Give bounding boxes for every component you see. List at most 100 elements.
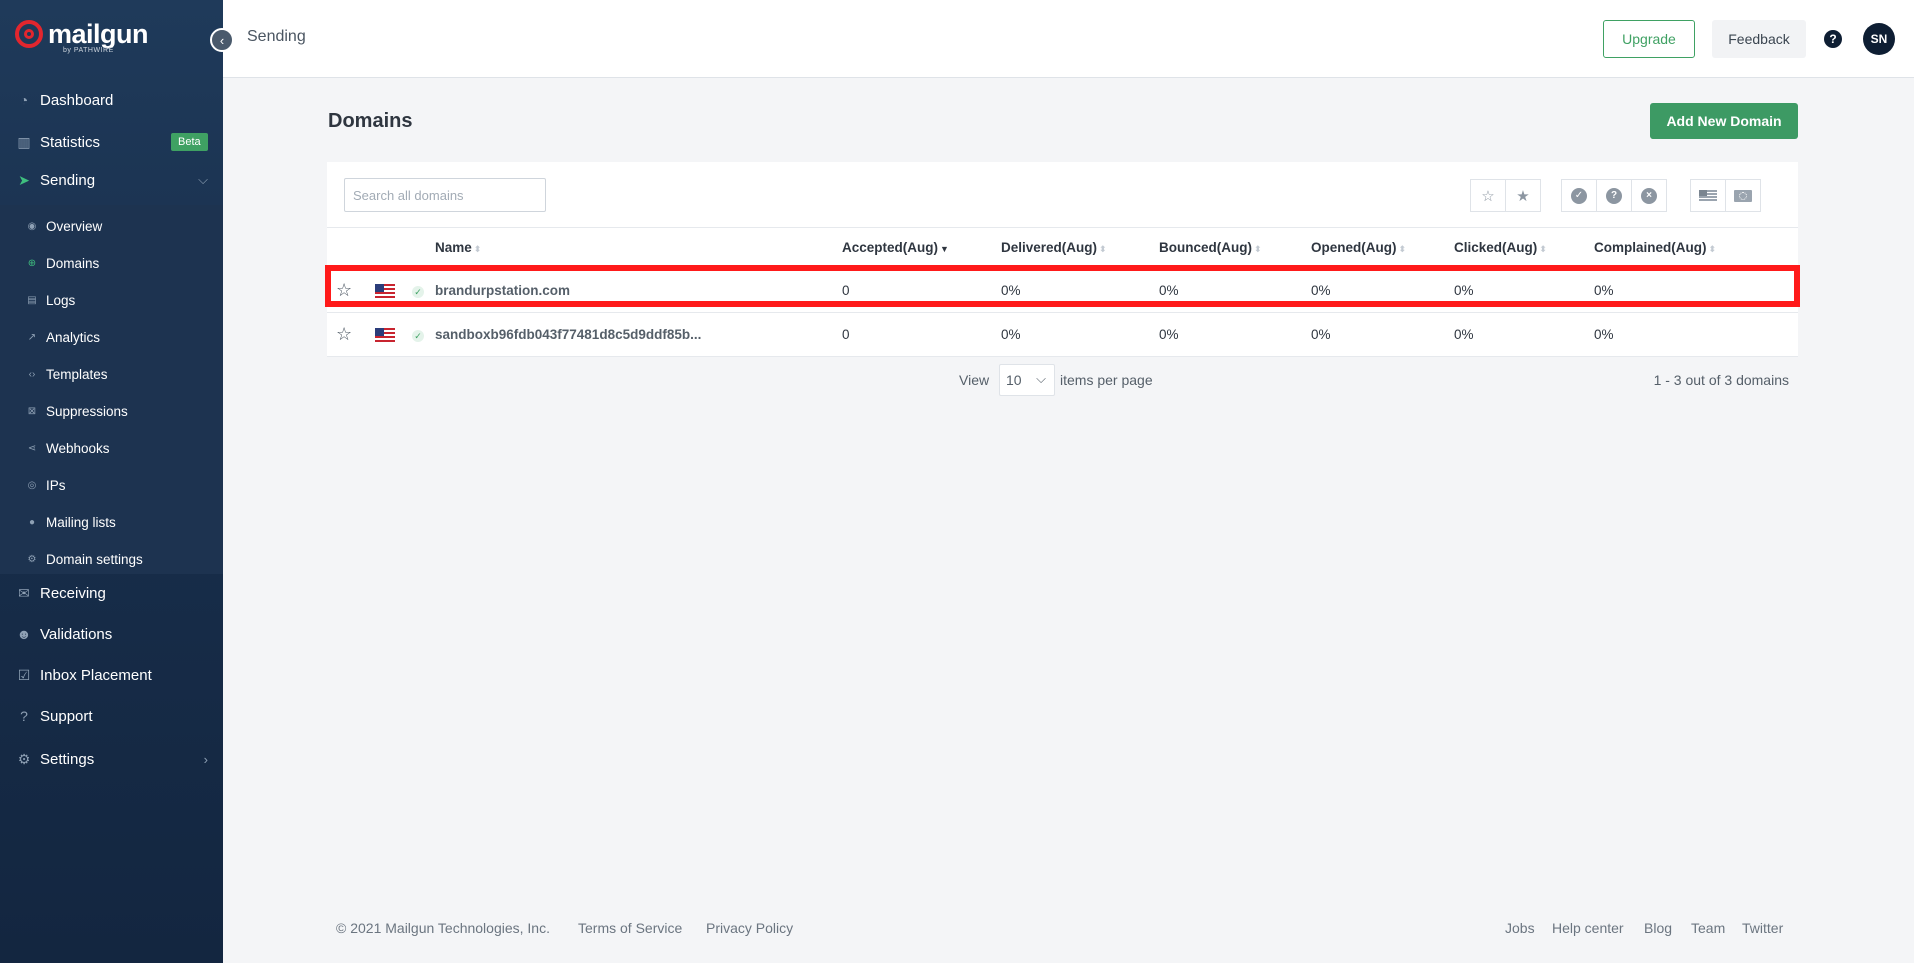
sidebar-item-domains[interactable]: ⊕ Domains [0, 245, 223, 282]
opened-value: 0% [1311, 283, 1331, 298]
column-complained[interactable]: Complained(Aug) ⬍ [1594, 240, 1716, 255]
domains-panel: ☆ ★ ✓ ? × Name⬍ Accepted(Aug)▼ Delivered… [325, 162, 1800, 400]
blog-link[interactable]: Blog [1644, 920, 1672, 936]
per-page-value: 10 [1006, 372, 1022, 388]
privacy-link[interactable]: Privacy Policy [706, 920, 793, 936]
sending-subnav: ◉ Overview ⊕ Domains ▤ Logs ↗ Analytics … [0, 205, 223, 574]
sidebar-item-validations[interactable]: ☻ Validations [0, 614, 223, 654]
filter-us-region-button[interactable] [1690, 179, 1726, 212]
chevron-down-icon: ⌵ [198, 172, 208, 187]
table-row[interactable]: ☆ ✓ sandboxb96fdb043f77481d8c5d9ddf85b..… [327, 312, 1798, 356]
filter-verified-button[interactable]: ✓ [1561, 179, 1597, 212]
top-header: Sending Upgrade Feedback ? SN [223, 0, 1914, 78]
sidebar-item-receiving[interactable]: ✉ Receiving [0, 573, 223, 613]
column-bounced[interactable]: Bounced(Aug) ⬍ [1159, 240, 1262, 255]
document-icon: ▤ [27, 295, 37, 306]
domain-name-link[interactable]: sandboxb96fdb043f77481d8c5d9ddf85b... [435, 327, 701, 342]
filter-starred-button[interactable]: ★ [1505, 179, 1541, 212]
column-clicked[interactable]: Clicked(Aug) ⬍ [1454, 240, 1547, 255]
complained-value: 0% [1594, 327, 1614, 342]
column-opened[interactable]: Opened(Aug) ⬍ [1311, 240, 1406, 255]
star-outline-icon[interactable]: ☆ [336, 280, 352, 301]
brand-sub: by PATHWIRE [63, 47, 114, 54]
inbox-icon: ✉ [18, 584, 30, 601]
sidebar-item-settings[interactable]: ⚙ Settings › [0, 739, 223, 779]
sidebar-item-statistics[interactable]: ▥ Statistics Beta [0, 122, 223, 162]
star-filled-icon: ★ [1516, 187, 1530, 205]
page-title: Domains [328, 110, 413, 132]
filter-eu-region-button[interactable] [1725, 179, 1761, 212]
sidebar-item-label: Analytics [46, 330, 101, 345]
sidebar-item-analytics[interactable]: ↗ Analytics [0, 319, 223, 356]
jobs-link[interactable]: Jobs [1505, 920, 1535, 936]
column-label: Clicked(Aug) [1454, 240, 1538, 255]
check-square-icon: ☑ [17, 666, 31, 683]
sidebar-item-mailing-lists[interactable]: ● Mailing lists [0, 504, 223, 541]
filter-disabled-button[interactable]: × [1631, 179, 1667, 212]
location-icon: ◎ [27, 480, 37, 491]
sidebar-item-label: Inbox Placement [40, 666, 152, 684]
paper-plane-icon: ➤ [18, 171, 30, 188]
clicked-value: 0% [1454, 327, 1474, 342]
team-link[interactable]: Team [1691, 920, 1725, 936]
sort-icon: ⬍ [1539, 244, 1547, 254]
delivered-value: 0% [1001, 327, 1021, 342]
table-row[interactable]: ☆ ✓ brandurpstation.com 0 0% 0% 0% 0% 0% [325, 265, 1800, 312]
delivered-value: 0% [1001, 283, 1021, 298]
dashboard-icon: ◔ [19, 92, 29, 108]
help-icon[interactable]: ? [1824, 30, 1842, 48]
domain-name-link[interactable]: brandurpstation.com [435, 283, 570, 298]
check-circle-icon: ✓ [1571, 187, 1587, 204]
column-label: Delivered(Aug) [1001, 240, 1098, 255]
terms-link[interactable]: Terms of Service [578, 920, 682, 936]
bar-chart-icon: ▥ [17, 133, 31, 150]
chevron-left-icon: ‹ [219, 32, 225, 48]
sidebar-item-label: Validations [40, 625, 113, 643]
column-name[interactable]: Name ⬍ [435, 240, 481, 255]
column-accepted[interactable]: Accepted(Aug) ▼ [842, 240, 949, 255]
add-new-domain-button[interactable]: Add New Domain [1650, 103, 1798, 139]
us-flag-icon [375, 284, 395, 298]
sidebar-item-sending[interactable]: ➤ Sending ⌵ [0, 160, 223, 200]
sidebar-item-overview[interactable]: ◉ Overview [0, 208, 223, 245]
sidebar-item-webhooks[interactable]: ⋖ Webhooks [0, 430, 223, 467]
collapse-sidebar-button[interactable]: ‹ [210, 28, 234, 52]
filter-unverified-button[interactable]: ? [1596, 179, 1632, 212]
sidebar-item-label: Statistics [40, 133, 101, 151]
cog-icon: ⚙ [27, 554, 37, 565]
sidebar-item-dashboard[interactable]: ◔ Dashboard [0, 80, 223, 120]
sidebar-item-label: Domain settings [46, 552, 143, 567]
feedback-button[interactable]: Feedback [1712, 20, 1806, 58]
sidebar-item-label: Settings [40, 750, 95, 768]
sidebar-item-suppressions[interactable]: ⊠ Suppressions [0, 393, 223, 430]
star-outline-icon[interactable]: ☆ [336, 324, 352, 345]
filter-unstarred-button[interactable]: ☆ [1470, 179, 1506, 212]
sidebar-item-templates[interactable]: ‹› Templates [0, 356, 223, 393]
upgrade-button[interactable]: Upgrade [1603, 20, 1695, 58]
sort-icon: ⬍ [1253, 244, 1262, 254]
person-icon: ● [28, 517, 36, 528]
sort-desc-icon: ▼ [940, 244, 949, 254]
avatar[interactable]: SN [1863, 23, 1895, 55]
sidebar-item-logs[interactable]: ▤ Logs [0, 282, 223, 319]
search-input[interactable] [344, 178, 546, 212]
eye-icon: ◉ [27, 221, 37, 232]
results-count: 1 - 3 out of 3 domains [1653, 372, 1789, 388]
sidebar-item-support[interactable]: ? Support [0, 696, 223, 736]
question-circle-icon: ? [1606, 187, 1622, 204]
sidebar-item-label: Domains [46, 256, 100, 271]
help-center-link[interactable]: Help center [1552, 920, 1624, 936]
sidebar-item-label: Sending [40, 171, 96, 189]
twitter-link[interactable]: Twitter [1742, 920, 1783, 936]
per-page-label: items per page [1060, 372, 1153, 388]
per-page-select[interactable]: 10 ⌵ [999, 364, 1055, 396]
sidebar-item-ips[interactable]: ◎ IPs [0, 467, 223, 504]
column-delivered[interactable]: Delivered(Aug) ⬍ [1001, 240, 1107, 255]
pager-view-label: View [959, 372, 990, 388]
mailgun-logo[interactable]: mailgun by PATHWIRE [15, 20, 149, 56]
column-label: Accepted(Aug) [842, 240, 939, 255]
sidebar-item-inbox-placement[interactable]: ☑ Inbox Placement [0, 655, 223, 695]
star-outline-icon: ☆ [1481, 187, 1495, 205]
share-icon: ⋖ [27, 443, 37, 454]
column-label: Name [435, 240, 472, 255]
